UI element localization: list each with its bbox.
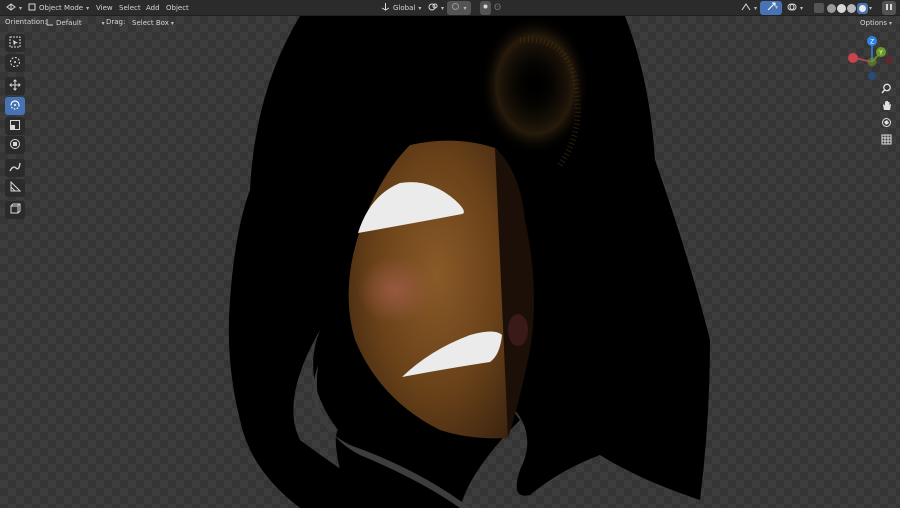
pivot-point-button[interactable]: ▾ xyxy=(428,1,444,15)
menu-object[interactable]: Object xyxy=(166,1,189,15)
chevron-down-icon: ▾ xyxy=(418,4,422,12)
gizmo-neg-x[interactable] xyxy=(885,56,893,64)
mode-selector[interactable]: Object Mode ▾ xyxy=(28,1,89,15)
wireframe-shading-icon[interactable] xyxy=(827,3,836,13)
pan-hand-icon xyxy=(881,100,892,113)
orientation-label: Orientation: xyxy=(5,18,47,26)
chevron-down-icon: ▾ xyxy=(86,4,90,12)
chevron-down-icon: ▾ xyxy=(889,19,893,27)
overlays-button[interactable]: ▾ xyxy=(787,1,803,15)
toggle-grid-button[interactable] xyxy=(877,131,895,149)
scale-icon xyxy=(9,119,21,133)
snap-icon xyxy=(451,2,460,14)
pan-button[interactable] xyxy=(877,97,895,115)
visibility-button[interactable]: ▾ xyxy=(741,1,757,15)
snap-button[interactable]: ▾ xyxy=(447,1,471,15)
object-mode-icon xyxy=(28,3,36,14)
measure-icon xyxy=(9,180,22,195)
orientation-dropdown[interactable]: Default ▾ xyxy=(42,17,109,29)
transform-icon xyxy=(9,138,21,152)
transform-orientation-selector[interactable]: Global ▾ xyxy=(381,1,421,15)
material-shading-icon[interactable] xyxy=(847,3,856,13)
move-tool[interactable] xyxy=(5,77,25,95)
falloff-icon: ʘ xyxy=(494,2,502,13)
pause-icon xyxy=(885,3,893,14)
view3d-icon xyxy=(6,2,16,15)
gizmo-neg-z[interactable] xyxy=(868,72,876,80)
select-box-tool[interactable] xyxy=(5,34,25,52)
drag-dropdown[interactable]: Select Box ▾ xyxy=(128,17,178,29)
gizmo-neg-y[interactable] xyxy=(867,57,877,67)
gizmo-z-label: Z xyxy=(870,39,874,46)
measure-tool[interactable] xyxy=(5,179,25,197)
orientation-value: Default xyxy=(56,19,82,27)
transform-tool[interactable] xyxy=(5,136,25,154)
add-cube-icon xyxy=(9,203,21,217)
gizmo-y-label: Y xyxy=(878,50,883,57)
menu-view[interactable]: View xyxy=(96,1,113,15)
scene-render[interactable] xyxy=(0,0,900,508)
solid-shading-icon[interactable] xyxy=(837,3,846,13)
tool-settings-bar: Orientation: Default ▾ Drag: Select Box … xyxy=(0,16,900,29)
camera-view-button[interactable] xyxy=(877,114,895,132)
xray-toggle-button[interactable] xyxy=(814,3,824,13)
zoom-button[interactable] xyxy=(877,80,895,98)
falloff-button[interactable]: ʘ xyxy=(494,1,501,15)
gizmo-toggle-button[interactable] xyxy=(760,1,782,15)
sidebar-toggle-button[interactable] xyxy=(882,1,896,15)
chevron-down-icon: ▾ xyxy=(463,4,467,12)
navigation-gizmo[interactable]: Z Y xyxy=(845,34,897,82)
drag-value: Select Box xyxy=(132,19,169,27)
add-cube-tool[interactable] xyxy=(5,201,25,219)
annotate-icon xyxy=(9,161,21,175)
rotate-tool[interactable] xyxy=(5,97,25,115)
mode-label: Object Mode xyxy=(39,4,84,12)
pivot-icon xyxy=(428,2,438,15)
annotate-tool[interactable] xyxy=(5,159,25,177)
scale-tool[interactable] xyxy=(5,117,25,135)
orientation-axes-icon xyxy=(46,18,54,29)
chevron-down-icon: ▾ xyxy=(170,19,174,27)
orientation-icon xyxy=(381,2,390,14)
grid-icon xyxy=(881,134,892,147)
menu-select[interactable]: Select xyxy=(119,1,141,15)
gizmo-x-axis[interactable] xyxy=(848,53,858,63)
overlays-icon xyxy=(787,2,797,15)
zoom-icon xyxy=(880,83,892,96)
options-dropdown[interactable]: Options ▾ xyxy=(856,17,897,29)
rendered-shading-icon[interactable] xyxy=(857,2,868,14)
chevron-down-icon: ▾ xyxy=(754,4,758,12)
proportional-edit-icon xyxy=(482,3,489,13)
chevron-down-icon[interactable]: ▾ xyxy=(775,4,778,11)
drag-label: Drag: xyxy=(106,18,126,26)
shading-modes[interactable]: ▾ xyxy=(827,1,872,15)
chevron-down-icon: ▾ xyxy=(441,4,445,12)
menu-add[interactable]: Add xyxy=(146,1,160,15)
chevron-down-icon: ▾ xyxy=(800,4,804,12)
camera-icon xyxy=(881,117,892,130)
rotate-icon xyxy=(9,99,21,113)
orientation-label: Global xyxy=(393,4,416,12)
cursor-tool[interactable] xyxy=(5,54,25,72)
options-label: Options xyxy=(860,19,888,27)
chevron-down-icon: ▾ xyxy=(101,19,105,27)
proportional-edit-button[interactable] xyxy=(480,1,491,15)
select-box-icon xyxy=(9,36,21,50)
chevron-down-icon: ▾ xyxy=(19,4,23,12)
cursor-icon xyxy=(9,56,21,70)
visibility-icon xyxy=(741,2,751,15)
editor-type-button[interactable]: ▾ xyxy=(6,1,22,15)
move-icon xyxy=(9,79,21,93)
chevron-down-icon: ▾ xyxy=(869,4,873,12)
viewport-header: ▾ Object Mode ▾ View Select Add Object G… xyxy=(0,0,900,16)
